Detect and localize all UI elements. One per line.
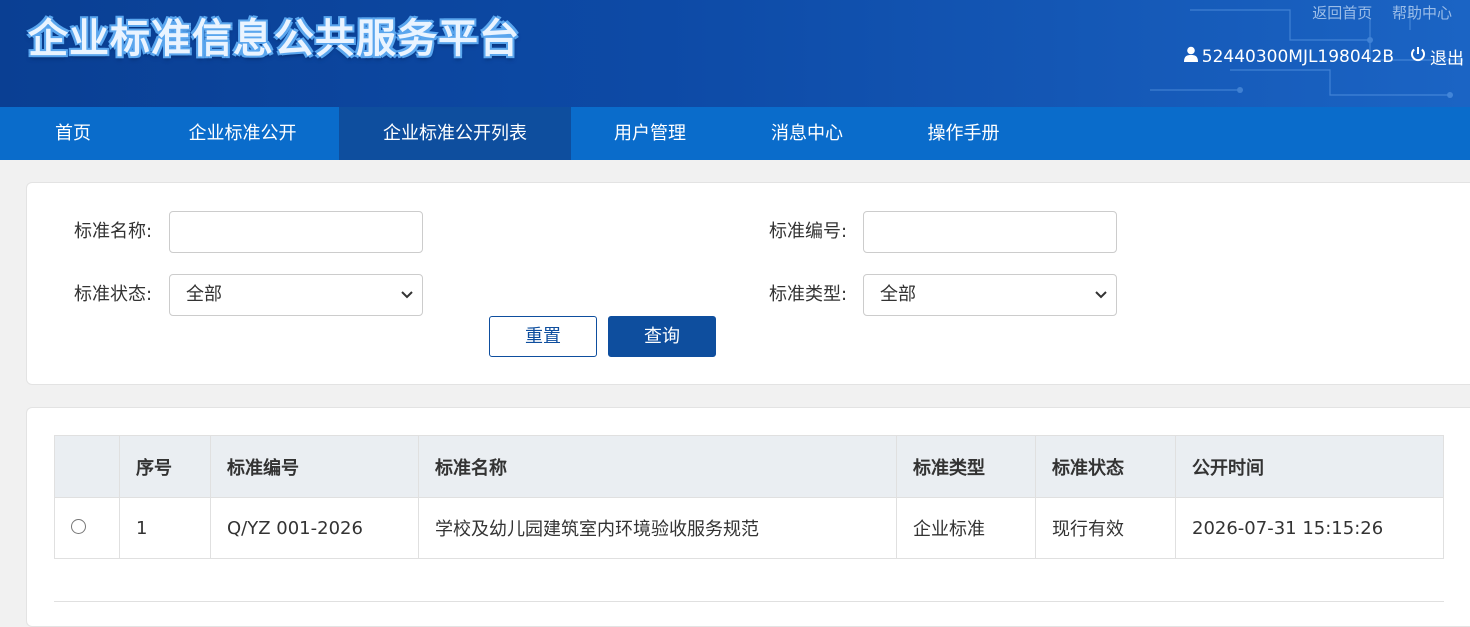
cell-standard-name: 学校及幼儿园建筑室内环境验收服务规范 xyxy=(418,497,897,559)
cell-standard-number: Q/YZ 001-2026 xyxy=(210,497,419,559)
search-panel: 标准名称: 标准编号: 标准状态: 全部 标准类型: 全部 重置 查询 xyxy=(26,182,1470,385)
standard-name-input[interactable] xyxy=(169,211,423,253)
user-id: 52440300MJL198042B xyxy=(1201,46,1394,67)
standard-type-value: 全部 xyxy=(880,284,916,305)
nav-item-message-center[interactable]: 消息中心 xyxy=(729,107,885,160)
standard-number-label: 标准编号: xyxy=(769,221,848,242)
cell-standard-status: 现行有效 xyxy=(1035,497,1176,559)
results-table: 序号 标准编号 标准名称 标准类型 标准状态 公开时间 1 Q/YZ 001-2… xyxy=(54,435,1444,559)
logout-button[interactable]: 退出 xyxy=(1410,44,1464,69)
help-center-link[interactable]: 帮助中心 xyxy=(1392,4,1452,22)
row-radio[interactable] xyxy=(71,518,86,534)
logout-label: 退出 xyxy=(1430,49,1464,69)
site-title: 企业标准信息公共服务平台 xyxy=(28,16,520,62)
column-header-index: 序号 xyxy=(119,435,211,498)
user-info: 52440300MJL198042B 退出 xyxy=(1183,44,1464,69)
site-header: 企业标准信息公共服务平台 返回首页 帮助中心 52440300MJL198042… xyxy=(0,0,1470,107)
standard-status-select[interactable]: 全部 xyxy=(169,274,423,316)
cell-publish-time: 2026-07-31 15:15:26 xyxy=(1175,497,1444,559)
column-header-select xyxy=(54,435,120,498)
chevron-down-icon xyxy=(1095,291,1107,299)
query-button[interactable]: 查询 xyxy=(608,316,716,357)
return-home-link[interactable]: 返回首页 xyxy=(1312,4,1372,22)
power-icon xyxy=(1410,46,1426,67)
results-panel: 序号 标准编号 标准名称 标准类型 标准状态 公开时间 1 Q/YZ 001-2… xyxy=(26,407,1470,627)
main-nav: 首页 企业标准公开 企业标准公开列表 用户管理 消息中心 操作手册 xyxy=(0,107,1470,160)
standard-name-label: 标准名称: xyxy=(74,221,153,242)
standard-number-input[interactable] xyxy=(863,211,1117,253)
chevron-down-icon xyxy=(401,291,413,299)
table-divider xyxy=(54,601,1444,602)
nav-item-standard-publish[interactable]: 企业标准公开 xyxy=(146,107,339,160)
cell-standard-type: 企业标准 xyxy=(896,497,1036,559)
standard-type-label: 标准类型: xyxy=(769,284,848,305)
column-header-standard-number: 标准编号 xyxy=(210,435,419,498)
column-header-publish-time: 公开时间 xyxy=(1175,435,1444,498)
standard-status-label: 标准状态: xyxy=(74,284,153,305)
cell-index: 1 xyxy=(119,497,211,559)
table-row[interactable]: 1 Q/YZ 001-2026 学校及幼儿园建筑室内环境验收服务规范 企业标准 … xyxy=(54,497,1444,559)
column-header-standard-status: 标准状态 xyxy=(1035,435,1176,498)
standard-type-select[interactable]: 全部 xyxy=(863,274,1117,316)
standard-status-value: 全部 xyxy=(186,284,222,305)
top-links: 返回首页 帮助中心 xyxy=(1297,2,1452,23)
nav-item-user-manual[interactable]: 操作手册 xyxy=(885,107,1042,160)
row-select-cell xyxy=(54,497,120,559)
nav-item-user-management[interactable]: 用户管理 xyxy=(571,107,729,160)
table-header-row: 序号 标准编号 标准名称 标准类型 标准状态 公开时间 xyxy=(54,435,1444,498)
nav-item-standard-list[interactable]: 企业标准公开列表 xyxy=(339,107,571,160)
user-icon xyxy=(1183,46,1198,67)
nav-item-home[interactable]: 首页 xyxy=(0,107,146,160)
column-header-standard-name: 标准名称 xyxy=(418,435,897,498)
column-header-standard-type: 标准类型 xyxy=(896,435,1036,498)
reset-button[interactable]: 重置 xyxy=(489,316,597,357)
